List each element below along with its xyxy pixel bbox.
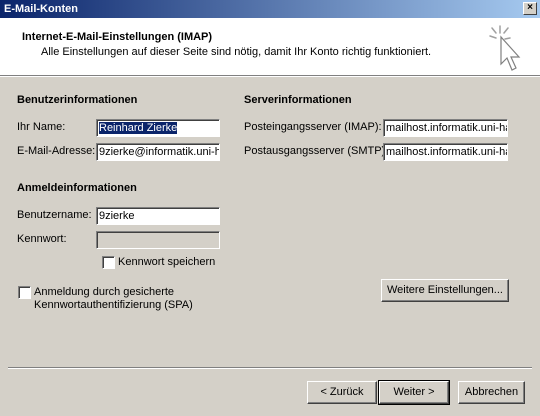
username-label: Benutzername: (17, 209, 92, 221)
window-title: E-Mail-Konten (4, 3, 78, 15)
email-value: 9zierke@informatik.uni-har (99, 146, 220, 158)
password-field[interactable] (96, 231, 220, 249)
footer-divider (8, 367, 532, 369)
email-field[interactable]: 9zierke@informatik.uni-har (96, 143, 220, 161)
username-value: 9zierke (99, 210, 135, 222)
login-info-heading: Anmeldeinformationen (17, 182, 137, 194)
incoming-server-value: mailhost.informatik.uni-har (386, 122, 508, 134)
header-description: Alle Einstellungen auf dieser Seite sind… (41, 46, 432, 58)
next-button[interactable]: Weiter > (378, 380, 450, 405)
close-button[interactable]: × (523, 2, 537, 15)
name-field[interactable]: Reinhard Zierke (96, 119, 220, 137)
back-button[interactable]: < Zurück (307, 381, 377, 404)
name-label: Ihr Name: (17, 121, 66, 133)
header-title: Internet-E-Mail-Einstellungen (IMAP) (22, 31, 213, 43)
outgoing-server-value: mailhost.informatik.uni-har (386, 146, 508, 158)
name-value: Reinhard Zierke (99, 122, 178, 134)
incoming-server-field[interactable]: mailhost.informatik.uni-har (383, 119, 508, 137)
server-info-heading: Serverinformationen (244, 94, 352, 106)
save-password-checkbox[interactable] (102, 256, 115, 269)
more-settings-button[interactable]: Weitere Einstellungen... (381, 279, 509, 302)
outgoing-server-field[interactable]: mailhost.informatik.uni-har (383, 143, 508, 161)
email-label: E-Mail-Adresse: (17, 145, 96, 157)
wizard-header: Internet-E-Mail-Einstellungen (IMAP) All… (0, 18, 540, 76)
username-field[interactable]: 9zierke (96, 207, 220, 225)
user-info-heading: Benutzerinformationen (17, 94, 138, 106)
title-bar: E-Mail-Konten × (0, 0, 540, 18)
save-password-label: Kennwort speichern (118, 256, 216, 268)
header-divider (0, 76, 540, 77)
wizard-cursor-icon (489, 25, 521, 71)
close-icon: × (527, 2, 533, 13)
spa-label-line2: Kennwortauthentifizierung (SPA) (34, 299, 193, 311)
incoming-server-label: Posteingangsserver (IMAP): (244, 121, 382, 133)
spa-label-line1: Anmeldung durch gesicherte (34, 286, 175, 298)
spa-checkbox[interactable] (18, 286, 31, 299)
cancel-button[interactable]: Abbrechen (458, 381, 525, 404)
outgoing-server-label: Postausgangsserver (SMTP): (244, 145, 389, 157)
password-label: Kennwort: (17, 233, 67, 245)
